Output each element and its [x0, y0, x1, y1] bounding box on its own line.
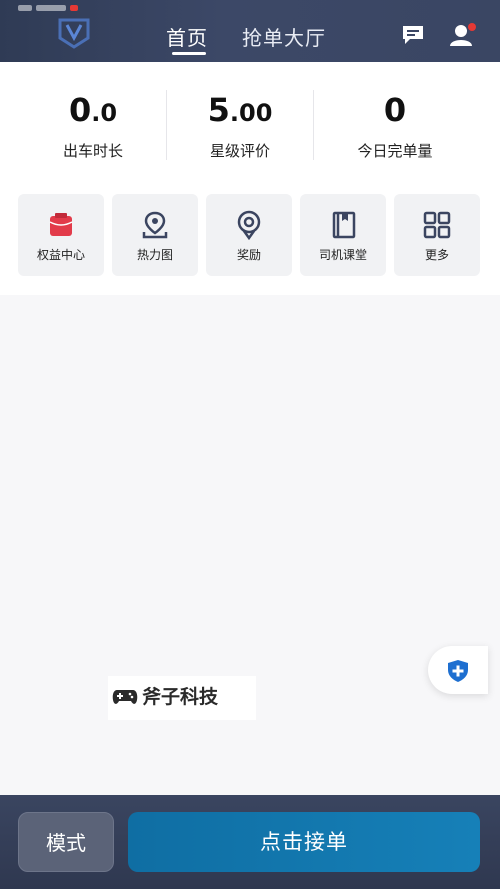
watermark-text: 斧子科技 [142, 686, 219, 708]
stat-driving-duration: 0.0 出车时长 [18, 90, 168, 161]
stat-value: 5.00 [207, 91, 273, 129]
stat-label: 出车时长 [62, 142, 123, 160]
tab-home[interactable]: 首页 [166, 22, 208, 51]
safety-shield-icon [448, 660, 468, 682]
app-logo-icon [56, 14, 92, 50]
quick-menu-grid: 权益中心 热力图 奖励 司机课堂 更多 [0, 180, 500, 295]
menu-label: 奖励 [236, 248, 261, 262]
active-tab-indicator [172, 52, 206, 55]
watermark: 斧子科技 [108, 676, 256, 720]
stat-value: 0 [383, 91, 407, 129]
menu-driver-classroom[interactable]: 司机课堂 [300, 194, 386, 276]
stat-value: 0.0 [68, 91, 118, 129]
divider [313, 90, 314, 160]
top-header: 首页 抢单大厅 [0, 0, 500, 62]
mode-button[interactable]: 模式 [18, 812, 114, 872]
menu-reward[interactable]: 奖励 [206, 194, 292, 276]
status-bar [18, 0, 158, 11]
menu-benefits-center[interactable]: 权益中心 [18, 194, 104, 276]
driver-stats-panel: 0.0 出车时长 5.00 星级评价 0 今日完单量 [0, 62, 500, 180]
menu-label: 司机课堂 [318, 248, 367, 262]
benefits-center-icon [46, 210, 76, 240]
menu-heatmap[interactable]: 热力图 [112, 194, 198, 276]
accept-order-button[interactable]: 点击接单 [128, 812, 480, 872]
stat-star-rating: 5.00 星级评价 [165, 90, 315, 161]
stat-today-orders: 0 今日完单量 [320, 90, 470, 161]
safety-center-button[interactable] [428, 646, 488, 694]
tab-order-hall[interactable]: 抢单大厅 [242, 22, 326, 51]
user-profile-icon[interactable] [449, 22, 477, 48]
stat-label: 星级评价 [209, 142, 270, 160]
stat-label: 今日完单量 [357, 142, 433, 160]
bottom-action-bar: 模式 点击接单 [0, 795, 500, 889]
menu-more[interactable]: 更多 [394, 194, 480, 276]
heatmap-location-icon [140, 210, 170, 240]
driver-classroom-book-icon [328, 210, 358, 240]
more-grid-icon [422, 210, 452, 240]
menu-label: 热力图 [136, 248, 173, 262]
message-icon[interactable] [401, 24, 425, 46]
menu-label: 权益中心 [36, 248, 85, 262]
reward-badge-icon [234, 210, 264, 241]
menu-label: 更多 [424, 248, 449, 262]
gamepad-icon [112, 688, 138, 706]
